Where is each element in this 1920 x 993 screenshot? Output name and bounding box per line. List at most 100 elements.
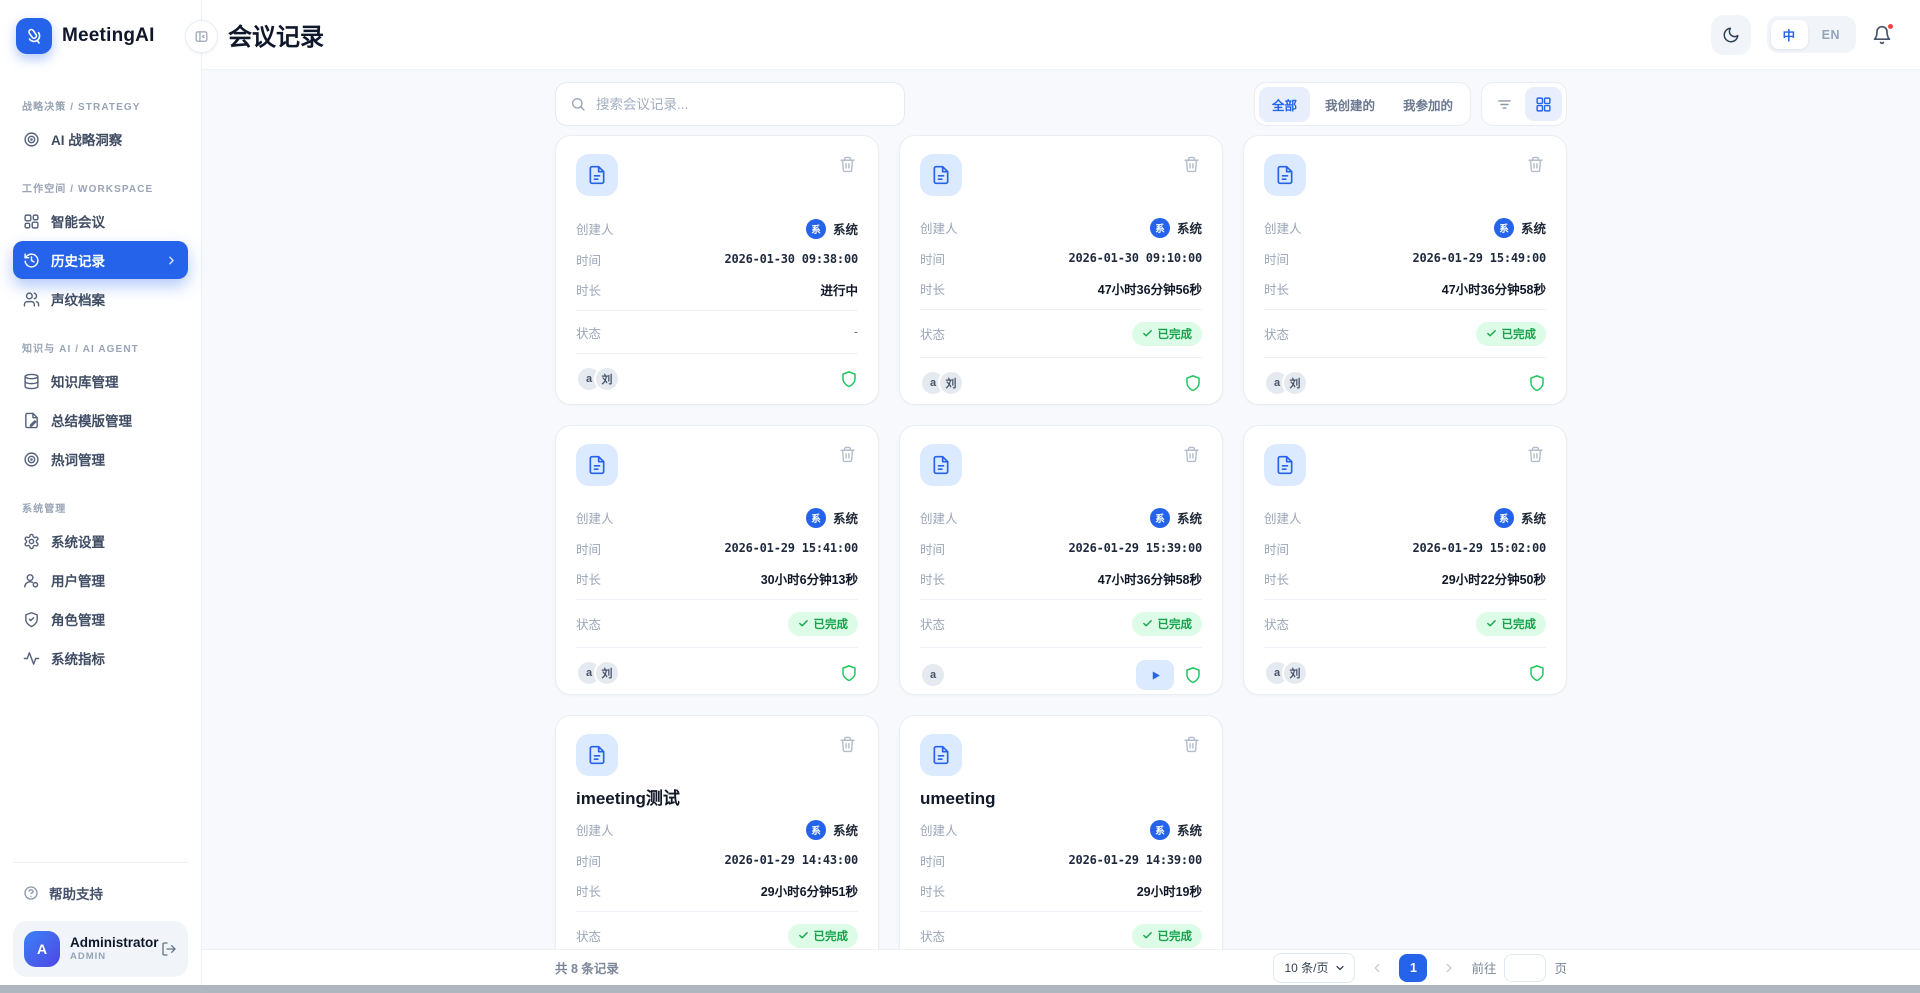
- status-label: 状态: [920, 328, 946, 342]
- shield-icon: [1184, 666, 1202, 684]
- sidebar-item[interactable]: 用户管理: [13, 561, 188, 599]
- duration-value: 47小时36分钟58秒: [1441, 282, 1546, 297]
- creator-value: 系 系统: [805, 507, 858, 528]
- page-size-select[interactable]: 10 条/页: [1273, 952, 1356, 983]
- sidebar-item[interactable]: 角色管理: [13, 600, 188, 638]
- delete-button[interactable]: [1181, 734, 1202, 755]
- sidebar-item-label: 系统设置: [51, 535, 105, 550]
- status-label: 状态: [576, 618, 602, 632]
- shield-icon: [1184, 666, 1202, 684]
- time-label: 时间: [920, 854, 946, 869]
- sidebar-item[interactable]: 知识库管理: [13, 362, 188, 400]
- delete-button[interactable]: [837, 734, 858, 755]
- user-name: Administrator: [70, 934, 159, 950]
- doc-icon: [587, 745, 607, 765]
- shield-icon: [1184, 374, 1202, 392]
- page-number-button[interactable]: 1: [1399, 953, 1428, 982]
- sidebar-item[interactable]: 智能会议: [13, 202, 188, 240]
- meeting-card-grid: 测试啊 创建人 系 系统 时间 2026-01-30 09:38:00: [555, 135, 1567, 993]
- meeting-card[interactable]: 好光华光华 创建人 系 系统 时间 2026-01-29 15:39:00: [899, 425, 1223, 695]
- document-icon: [920, 154, 962, 196]
- meeting-card[interactable]: imeeting测试 创建人 系 系统 时间 2026-01-29 14:43:…: [555, 715, 879, 985]
- time-value: 2026-01-30 09:38:00: [724, 252, 859, 266]
- notifications-button[interactable]: [1872, 22, 1894, 45]
- sidebar-item-label: 系统指标: [51, 652, 105, 667]
- list-view-button[interactable]: [1486, 87, 1523, 121]
- creator-value: 系 系统: [805, 218, 858, 239]
- divider: [1264, 599, 1546, 600]
- sidebar: MeetingAI 战略决策 / STRATEGY AI 战略洞察 工作空间 /…: [0, 0, 218, 993]
- divider: [920, 357, 1202, 358]
- creator-value: 系 系统: [1493, 507, 1546, 528]
- duration-value: 47小时36分钟56秒: [1097, 282, 1202, 297]
- delete-button[interactable]: [1525, 444, 1546, 465]
- meeting-card[interactable]: 测试啊 创建人 系 系统 时间 2026-01-30 09:38:00: [555, 135, 879, 405]
- play-button[interactable]: [1136, 660, 1174, 690]
- sidebar-item[interactable]: 系统指标: [13, 639, 188, 677]
- sidebar-item[interactable]: 历史记录: [13, 241, 188, 279]
- delete-button[interactable]: [1181, 154, 1202, 175]
- meeting-card[interactable]: umeeting 创建人 系 系统 时间 2026-01-29 14:39:00: [899, 715, 1223, 985]
- sidebar-section: 知识与 AI / AI AGENT 知识库管理 总结模版管理 热词管理: [13, 340, 188, 478]
- status-badge: 已完成: [1475, 611, 1546, 636]
- goto-page-input[interactable]: [1504, 953, 1547, 982]
- sidebar-item[interactable]: 总结模版管理: [13, 401, 188, 439]
- creator-label: 创建人: [576, 223, 614, 237]
- search-box: [555, 82, 905, 126]
- trash-icon: [839, 446, 856, 463]
- duration-value: 进行中: [820, 283, 858, 298]
- dark-mode-toggle[interactable]: [1710, 14, 1751, 55]
- sidebar-item-label: 总结模版管理: [51, 414, 132, 429]
- check-icon: [798, 618, 809, 629]
- database-icon: [23, 373, 40, 390]
- search-input[interactable]: [596, 96, 890, 112]
- delete-button[interactable]: [1525, 154, 1546, 175]
- time-label: 时间: [1264, 542, 1290, 557]
- meeting-card[interactable]: 光华的高 创建人 系 系统 时间 2026-01-30 09:10:00: [899, 135, 1223, 405]
- sidebar-item[interactable]: 系统设置: [13, 522, 188, 560]
- filter-tab[interactable]: 我参加的: [1390, 87, 1466, 122]
- divider: [576, 599, 858, 600]
- divider: [576, 310, 858, 311]
- creator-name: 系统: [832, 512, 858, 526]
- status-label: 状态: [1264, 618, 1290, 632]
- creator-value: 系 系统: [805, 819, 858, 840]
- avatar: A: [24, 931, 60, 967]
- sidebar-collapse-button[interactable]: [185, 20, 218, 53]
- chevron-right-icon: [165, 254, 178, 267]
- user-card[interactable]: A Administrator ADMIN: [13, 921, 188, 977]
- status-badge: 已完成: [1131, 611, 1202, 636]
- sidebar-item-label: 智能会议: [51, 215, 105, 230]
- logout-button[interactable]: [161, 941, 177, 957]
- delete-button[interactable]: [837, 444, 858, 465]
- creator-avatar: 系: [1149, 217, 1170, 238]
- creator-value: 系 系统: [1493, 217, 1546, 238]
- prev-page-button[interactable]: [1363, 954, 1391, 982]
- lang-zh-button[interactable]: 中: [1770, 20, 1808, 49]
- check-icon: [1142, 618, 1153, 629]
- filter-tab[interactable]: 我创建的: [1312, 87, 1388, 122]
- next-page-button[interactable]: [1435, 954, 1463, 982]
- meeting-card[interactable]: 光华光华机会 创建人 系 系统 时间 2026-01-29 15:41:00: [555, 425, 879, 695]
- divider: [920, 599, 1202, 600]
- view-toggle: [1481, 82, 1567, 126]
- status-label: 状态: [920, 618, 946, 632]
- sidebar-item[interactable]: AI 战略洞察: [13, 120, 188, 158]
- filter-tab[interactable]: 全部: [1258, 86, 1310, 122]
- creator-avatar: 系: [805, 218, 826, 239]
- member-avatars: a刘: [576, 660, 620, 686]
- grid-view-button[interactable]: [1525, 87, 1562, 121]
- shield-icon: [840, 664, 858, 682]
- document-icon: [576, 444, 618, 486]
- sidebar-item[interactable]: 热词管理: [13, 440, 188, 478]
- creator-label: 创建人: [576, 512, 614, 526]
- help-support-item[interactable]: 帮助支持: [13, 875, 188, 911]
- creator-avatar: 系: [1493, 507, 1514, 528]
- delete-button[interactable]: [837, 154, 858, 175]
- sidebar-item[interactable]: 声纹档案: [13, 280, 188, 318]
- play-icon: [1149, 669, 1162, 682]
- meeting-card[interactable]: 测试 创建人 系 系统 时间 2026-01-29 15:02:00: [1243, 425, 1567, 695]
- lang-en-button[interactable]: EN: [1810, 23, 1852, 47]
- meeting-card[interactable]: 好的光华的高 创建人 系 系统 时间 2026-01-29 15:49:00: [1243, 135, 1567, 405]
- delete-button[interactable]: [1181, 444, 1202, 465]
